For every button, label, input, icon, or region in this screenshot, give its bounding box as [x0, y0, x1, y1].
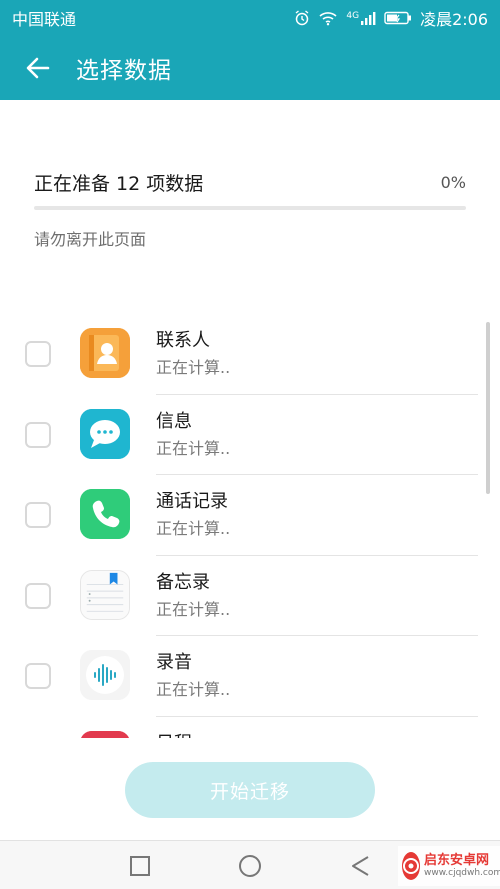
- cellular-signal-icon: 4G: [346, 11, 376, 25]
- item-status: 正在计算..: [156, 519, 231, 538]
- item-text: 备忘录 正在计算..: [156, 570, 230, 622]
- list-item-notes[interactable]: 备忘录 正在计算..: [0, 556, 500, 636]
- notepad-icon: [80, 569, 130, 620]
- calendar-icon: [80, 730, 130, 738]
- triangle-back-icon: [352, 856, 369, 876]
- alarm-icon: [294, 10, 310, 26]
- clock-label: 凌晨2:06: [420, 10, 488, 29]
- watermark-url: www.cjqdwh.com: [424, 868, 500, 878]
- item-title: 录音: [156, 652, 192, 673]
- progress-text: 正在准备 12 项数据: [34, 172, 204, 195]
- status-bar: 中国联通 4G 凌晨2:06: [0, 0, 500, 36]
- watermark-logo-icon: [402, 852, 420, 880]
- item-status: 正在计算..: [156, 599, 231, 619]
- recorder-icon: [80, 650, 130, 700]
- checkbox-recordings[interactable]: [25, 663, 51, 689]
- item-status: 正在计算..: [156, 680, 231, 699]
- item-text: 通话记录 正在计算..: [156, 489, 230, 541]
- checkbox-contacts[interactable]: [25, 341, 51, 367]
- checkbox-call-log[interactable]: [25, 502, 51, 528]
- recents-button[interactable]: [127, 853, 153, 879]
- nav-back-button[interactable]: [347, 853, 373, 879]
- list-item-messages[interactable]: 信息 正在计算..: [0, 395, 500, 475]
- watermark-name: 启东安卓网: [424, 853, 490, 868]
- battery-icon: [384, 11, 412, 25]
- back-button[interactable]: [0, 36, 76, 100]
- progress-bar: [34, 206, 466, 210]
- back-arrow-icon: [26, 57, 50, 79]
- item-status: 正在计算..: [156, 438, 231, 458]
- checkbox-messages[interactable]: [25, 421, 51, 448]
- data-list[interactable]: 联系人 正在计算.. 信息 正在计算.. 通话记录 正在计算.. 备忘录 正在计…: [0, 314, 500, 738]
- hint-text: 请勿离开此页面: [34, 230, 147, 249]
- item-status: 正在计算..: [156, 358, 231, 377]
- item-text: 录音 正在计算..: [156, 650, 230, 702]
- phone-icon: [80, 489, 130, 539]
- item-title: 信息: [156, 410, 192, 432]
- carrier-label: 中国联通: [12, 10, 77, 29]
- screen: 中国联通 4G 凌晨2:06 选择数据 正在准备 12 项数据 0% 请勿离开此…: [0, 0, 500, 889]
- list-scrollbar[interactable]: [486, 322, 490, 494]
- circle-icon: [239, 855, 261, 877]
- item-title: 联系人: [156, 330, 210, 351]
- status-icons: 4G 凌晨2:06: [294, 6, 488, 30]
- progress-header: 正在准备 12 项数据 0%: [34, 168, 466, 196]
- square-icon: [130, 856, 150, 876]
- checkbox-notes[interactable]: [25, 582, 51, 609]
- item-text: 日程: [156, 731, 192, 739]
- item-text: 联系人 正在计算..: [156, 328, 230, 380]
- page-title: 选择数据: [76, 58, 172, 84]
- item-title: 备忘录: [156, 571, 210, 593]
- app-bar: 选择数据: [0, 36, 500, 100]
- wifi-icon: [318, 10, 338, 26]
- list-item-contacts[interactable]: 联系人 正在计算..: [0, 314, 500, 395]
- watermark: 启东安卓网 www.cjqdwh.com: [398, 846, 500, 886]
- progress-section: 正在准备 12 项数据 0% 请勿离开此页面: [34, 168, 466, 250]
- list-item-calendar[interactable]: 日程: [0, 717, 500, 739]
- start-migration-button[interactable]: 开始迁移: [125, 762, 375, 818]
- item-title: 日程: [156, 731, 192, 739]
- progress-percent: 0%: [440, 172, 466, 192]
- home-button[interactable]: [237, 853, 263, 879]
- item-title: 通话记录: [156, 491, 228, 512]
- list-item-recordings[interactable]: 录音 正在计算..: [0, 636, 500, 717]
- watermark-text: 启东安卓网 www.cjqdwh.com: [424, 854, 500, 878]
- list-item-call-log[interactable]: 通话记录 正在计算..: [0, 475, 500, 556]
- network-type-label: 4G: [346, 11, 360, 21]
- contacts-icon: [80, 328, 130, 378]
- item-text: 信息 正在计算..: [156, 409, 230, 461]
- messages-icon: [80, 408, 130, 459]
